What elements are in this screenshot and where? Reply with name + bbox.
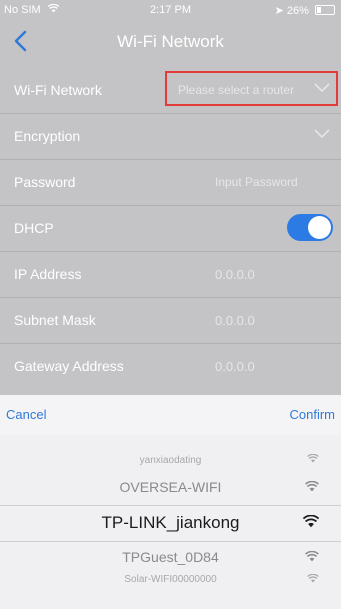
cancel-button[interactable]: Cancel [6,407,46,422]
ip-address-row: IP Address 0.0.0.0 [0,252,341,298]
page-title: Wi-Fi Network [117,32,224,51]
gateway-address-row: Gateway Address 0.0.0.0 [0,344,341,389]
wifi-signal-icon [307,453,319,466]
password-row: Password Input Password [0,160,341,206]
status-bar: No SIM 2:17 PM ➤ 26% [0,0,341,22]
wifi-network-select[interactable]: Please select a router [178,83,294,97]
wifi-signal-icon [305,479,319,495]
wifi-network-label: Wi-Fi Network [14,82,102,98]
subnet-mask-input[interactable]: 0.0.0.0 [215,313,255,328]
confirm-button[interactable]: Confirm [289,407,335,422]
ip-address-label: IP Address [14,266,82,282]
picker-option-selected[interactable]: TP-LINK_jiankong [0,513,341,533]
location-arrow-icon: ➤ [274,5,284,17]
network-settings-form: Wi-Fi Network Please select a router Enc… [0,68,341,389]
dhcp-toggle[interactable] [287,214,333,241]
ip-address-input[interactable]: 0.0.0.0 [215,267,255,282]
router-picker-sheet: Cancel Confirm yanxiaodating OVERSEA-WIF… [0,395,341,609]
picker-option[interactable]: yanxiaodating [0,453,341,466]
picker-selection-bottom-line [0,541,341,542]
battery-icon [315,5,335,15]
encryption-label: Encryption [14,128,81,144]
picker-option[interactable]: TPGuest_0D84 [0,549,341,565]
router-picker-wheel[interactable]: yanxiaodating OVERSEA-WIFI TP-LINK_jiank… [0,435,341,609]
chevron-down-icon[interactable] [313,128,331,142]
wifi-network-row[interactable]: Wi-Fi Network Please select a router [0,68,341,114]
battery-percent: 26% [286,5,309,17]
wifi-network-screen: No SIM 2:17 PM ➤ 26% Wi-Fi Network Wi-Fi… [0,0,341,609]
gateway-address-input[interactable]: 0.0.0.0 [215,359,255,374]
wifi-signal-icon [302,513,320,533]
chevron-down-icon[interactable] [313,82,331,96]
picker-option[interactable]: OVERSEA-WIFI [0,479,341,495]
password-label: Password [14,174,76,190]
subnet-mask-label: Subnet Mask [14,312,96,328]
encryption-row[interactable]: Encryption [0,114,341,160]
picker-selection-top-line [0,505,341,506]
wifi-signal-icon [307,573,319,586]
gateway-address-label: Gateway Address [14,358,124,374]
nav-bar: Wi-Fi Network [0,22,341,68]
toggle-knob [308,216,331,239]
dhcp-label: DHCP [14,220,54,236]
wifi-signal-icon [305,549,319,565]
subnet-mask-row: Subnet Mask 0.0.0.0 [0,298,341,344]
dhcp-row: DHCP [0,206,341,252]
password-input[interactable]: Input Password [215,175,298,189]
picker-toolbar: Cancel Confirm [0,395,341,436]
picker-option[interactable]: Solar-WIFI00000000 [0,573,341,586]
